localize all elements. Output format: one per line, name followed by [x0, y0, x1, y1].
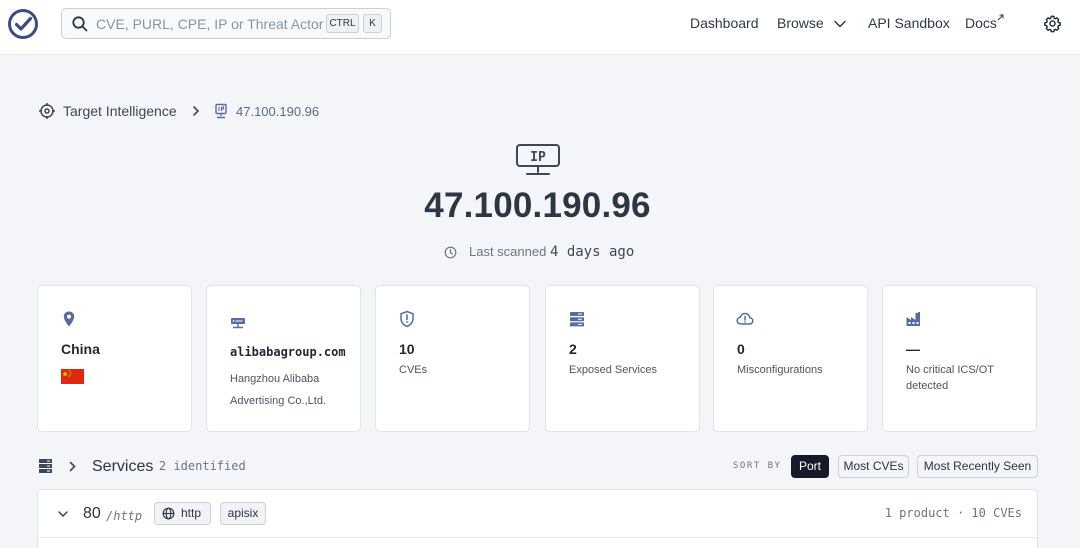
cloud-alert-icon [736, 312, 754, 325]
shield-icon [400, 310, 414, 328]
ip-monitor-icon: IP [516, 144, 560, 175]
chevron-down-icon[interactable] [57, 509, 69, 519]
exposed-services-card[interactable]: 2 Exposed Services [545, 285, 700, 432]
last-scanned: Last scanned 4 days ago [469, 244, 634, 260]
cves-count: 10 [399, 341, 415, 357]
monitor-ip-icon [215, 103, 227, 119]
misconfigurations-label: Misconfigurations [737, 364, 823, 376]
sort-most-recently-seen-button[interactable]: Most Recently Seen [917, 455, 1038, 478]
services-count: 2 identified [159, 459, 246, 473]
breadcrumb-target-intelligence[interactable]: Target Intelligence [63, 103, 177, 119]
ics-ot-label: No critical ICS/OT detected [906, 364, 994, 392]
organization-card: alibabagroup.com Hangzhou Alibaba Advert… [206, 285, 361, 432]
ics-ot-value: — [906, 341, 920, 357]
nav-browse-menu[interactable]: Browse [777, 15, 824, 31]
shortcut-ctrl-key: CTRL [326, 14, 359, 33]
service-protocol: /http [106, 509, 143, 523]
sort-port-button[interactable]: Port [791, 455, 829, 478]
exposed-services-count: 2 [569, 341, 577, 357]
service-row[interactable]: 80 /http http apisix 1 product · 10 CVEs [37, 489, 1038, 548]
ip-address-title: 47.100.190.96 [424, 186, 651, 225]
chevron-down-icon[interactable] [833, 17, 847, 31]
factory-icon [906, 312, 920, 326]
service-tag-apisix[interactable]: apisix [220, 502, 266, 525]
search-input[interactable] [96, 9, 326, 38]
chevron-right-icon [193, 106, 200, 116]
nav-dashboard-link[interactable]: Dashboard [690, 15, 759, 31]
external-link-icon [997, 14, 1004, 21]
china-flag-icon [61, 369, 84, 384]
row-divider [38, 537, 1037, 538]
search-icon [72, 16, 88, 32]
service-summary: 1 product · 10 CVEs [884, 506, 1022, 520]
breadcrumb-current-ip: 47.100.190.96 [236, 104, 320, 119]
top-navigation-bar: CTRL K Dashboard Browse API Sandbox Docs [0, 0, 1080, 55]
service-tag-http-label: http [181, 506, 202, 520]
global-search[interactable]: CTRL K [61, 8, 391, 39]
service-tag-http[interactable]: http [154, 502, 211, 525]
nav-api-sandbox-link[interactable]: API Sandbox [868, 15, 950, 31]
cves-card[interactable]: 10 CVEs [375, 285, 530, 432]
sort-by-label: SORT BY [733, 461, 782, 471]
nav-docs-link[interactable]: Docs [965, 15, 997, 31]
country-name: China [61, 341, 100, 357]
cves-label: CVEs [399, 364, 428, 376]
sort-most-cves-button[interactable]: Most CVEs [838, 455, 909, 478]
misconfigurations-count: 0 [737, 341, 745, 357]
misconfigurations-card[interactable]: 0 Misconfigurations [713, 285, 868, 432]
database-icon [570, 312, 584, 327]
gear-icon[interactable] [1043, 14, 1062, 33]
org-domain: alibabagroup.com [230, 345, 346, 359]
app-logo-icon[interactable] [7, 8, 39, 40]
last-scanned-label: Last scanned [469, 244, 547, 259]
services-title: Services [92, 458, 154, 475]
org-name: Hangzhou Alibaba Advertising Co.,Ltd. [230, 373, 326, 407]
ip-icon-label: IP [530, 150, 546, 165]
exposed-services-label: Exposed Services [569, 364, 658, 376]
last-scanned-value: 4 days ago [549, 244, 635, 260]
map-pin-icon [63, 311, 75, 327]
services-collapse-chevron-icon[interactable] [68, 461, 77, 472]
shortcut-k-key: K [363, 14, 382, 33]
globe-icon [162, 507, 175, 520]
server-rack-icon [231, 318, 245, 329]
server-stack-icon [39, 459, 52, 473]
clock-icon [444, 246, 457, 259]
service-port: 80 [83, 505, 101, 522]
location-card: China [37, 285, 192, 432]
ics-ot-card: — No critical ICS/OT detected [882, 285, 1037, 432]
crosshair-icon [39, 103, 55, 119]
